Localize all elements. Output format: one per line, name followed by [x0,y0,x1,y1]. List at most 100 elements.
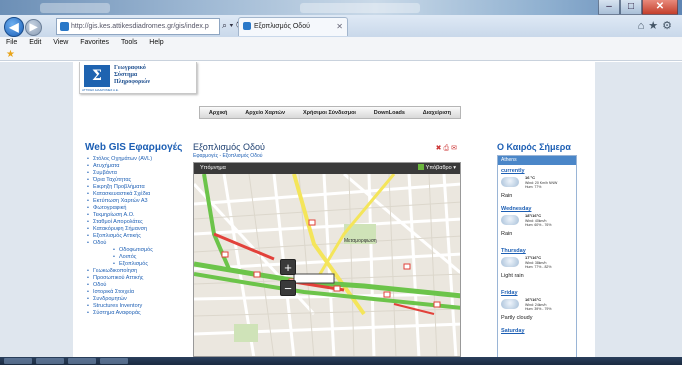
sidebar-item[interactable]: Ιστορικά Στοιχεία [85,289,183,296]
sidebar-item[interactable]: Κατακόρυφη Σήμανση [85,226,183,233]
weather-wind: Wind: 40km/h [525,218,547,223]
weather-details: 17°/16°C Wind: 38km/h Hum: 77% - 82% [525,255,552,270]
weather-temp: 16 °C [525,175,536,180]
nav-admin[interactable]: Διαχείριση [423,110,451,116]
weather-wind: Wind: 20 Km/h NNW [525,180,558,185]
sidebar-item[interactable]: Προσωπικού Αττικής [85,275,183,282]
sidebar-item[interactable]: Κατασκευαστικά Σχέδια [85,191,183,198]
weather-day-name[interactable]: Thursday [501,248,575,254]
taskbar-item[interactable] [68,358,96,364]
sidebar-item[interactable]: Φωτογραφική [85,205,183,212]
weather-details: 16°/16°C Wind: 24km/h Hum: 39% - 79% [525,297,552,312]
menu-view[interactable]: View [53,39,68,46]
breadcrumb[interactable]: Εφαρμογές - Εξοπλισμός Οδού [193,153,461,159]
favorites-bar: ★ [0,49,682,61]
menu-help[interactable]: Help [149,39,163,46]
center-header: Εξοπλισμός Οδού Εφαρμογές - Εξοπλισμός Ο… [193,142,461,159]
taskbar-item[interactable] [100,358,128,364]
weather-humidity: Hum: 39% - 79% [525,307,552,311]
address-bar[interactable]: http://gis.kes.attikesdiadromes.gr/gis/i… [56,18,220,35]
weather-temp: 18°/16°C [525,213,542,218]
favorites-star-icon[interactable]: ★ [6,49,15,61]
weather-humidity: Hum: 77% - 82% [525,265,552,269]
toolbar-icons[interactable]: ⌂★⚙ [638,19,676,32]
address-text: http://gis.kes.attikesdiadromes.gr/gis/i… [71,23,209,30]
sidebar-item[interactable]: Όρια Ταχύτητας [85,177,183,184]
map-viewer[interactable]: Υπόμνημα Υπόβαθρο ▾ Μεταμορφωση + − [193,162,461,357]
weather-condition: Light rain [501,273,524,279]
menu-bar: File Edit View Favorites Tools Help [0,37,682,49]
sidebar-item[interactable]: Συνδρομητών [85,296,183,303]
weather-day-name[interactable]: Wednesday [501,206,575,212]
sidebar-item[interactable]: Οδού [85,282,183,289]
sidebar-item[interactable]: Γεωκωδικοποίηση [85,268,183,275]
page-action-icons[interactable]: ✖⎙✉ [436,144,459,153]
tab-favicon [243,22,251,30]
sidebar-item[interactable]: Συμβάντα [85,170,183,177]
weather-condition: Partly cloudy [501,315,533,321]
sidebar-item[interactable]: Οδοφωτισμός [85,247,183,254]
logo-text: Γεωγραφικό Σύστημα Πληροφοριών [114,65,151,85]
weather-day-name[interactable]: Friday [501,290,575,296]
maximize-button[interactable]: □ [620,0,642,15]
menu-file[interactable]: File [6,39,17,46]
sidebar-item[interactable]: Λοιπός [85,254,183,261]
sidebar-item[interactable]: Στόλος Οχημάτων (AVL) [85,156,183,163]
zoom-out-button[interactable]: − [280,280,296,296]
weather-wind: Wind: 24km/h [525,302,547,307]
logo-icon: Σ [84,65,110,87]
window-controls: – □ ✕ [598,0,678,15]
page-title: Εξοπλισμός Οδού [193,142,265,152]
navigation-bar: ◀ ▶ http://gis.kes.attikesdiadromes.gr/g… [0,15,682,37]
sidebar-item[interactable]: Structures Inventory [85,303,183,310]
taskbar-start[interactable] [4,358,32,364]
sidebar-item[interactable]: Ατυχήματα [85,163,183,170]
nav-map-archive[interactable]: Αρχείο Χαρτών [245,110,285,116]
nav-home[interactable]: Αρχική [209,110,228,116]
zoom-in-button[interactable]: + [280,259,296,275]
site-logo[interactable]: Σ Γεωγραφικό Σύστημα Πληροφοριών ΑΤΤΙΚΕΣ… [79,62,197,94]
sidebar-item[interactable]: Σύστημα Αναφοράς [85,310,183,317]
basemap-selector[interactable]: Υπόβαθρο ▾ [418,163,456,174]
sidebar-item[interactable]: Εξοπλισμός Αττικής [85,233,183,240]
logo-caption: ΑΤΤΙΚΕΣ ΔΙΑΔΡΟΜΕΣ Α.Ε. [82,88,119,92]
weather-day-name[interactable]: Saturday [501,328,575,334]
forward-button[interactable]: ▶ [25,19,42,36]
weather-city: Athens [498,156,576,165]
menu-edit[interactable]: Edit [29,39,41,46]
sidebar-item[interactable]: Οδού [85,240,183,247]
weather-day: Friday 16°/16°C Wind: 24km/h Hum: 39% - 79%… [501,290,575,321]
weather-humidity: Hum: 60% - 76% [525,223,552,227]
tab-close-icon[interactable]: ✕ [336,18,343,35]
minimize-button[interactable]: – [598,0,620,15]
legend-button[interactable]: Υπόμνημα [200,163,226,174]
tab-title: Εξοπλισμός Οδού [254,23,310,30]
sidebar-list: Στόλος Οχημάτων (AVL)ΑτυχήματαΣυμβάνταΌρ… [85,156,183,317]
nav-downloads[interactable]: DownLoads [374,110,405,116]
nav-useful-links[interactable]: Χρήσιμοι Σύνδεσμοι [303,110,356,116]
sidebar-item[interactable]: Εξοπλισμός [85,261,183,268]
weather-day: Thursday 17°/16°C Wind: 38km/h Hum: 77% - 8… [501,248,575,279]
title-bar-glass [40,3,110,13]
weather-day-name[interactable]: currently [501,168,575,174]
weather-condition: Rain [501,231,513,237]
menu-favorites[interactable]: Favorites [80,39,109,46]
map-toolbar: Υπόμνημα Υπόβαθρο ▾ [194,163,460,174]
main-navigation: Αρχική Αρχείο Χαρτών Χρήσιμοι Σύνδεσμοι … [199,106,461,119]
sidebar-item[interactable]: Τεκμηρίωση Α.Ο. [85,212,183,219]
browser-tab[interactable]: Εξοπλισμός Οδού ✕ [238,17,348,36]
map-canvas[interactable]: Μεταμορφωση [194,174,461,357]
weather-details: 16 °C Wind: 20 Km/h NNW Hum: 77% [525,175,558,190]
weather-condition: Rain [501,193,513,199]
page-content: Σ Γεωγραφικό Σύστημα Πληροφοριών ΑΤΤΙΚΕΣ… [73,62,595,357]
sidebar-item[interactable]: Σταθμοί Απορολάτες [85,219,183,226]
web-page: Σ Γεωγραφικό Σύστημα Πληροφοριών ΑΤΤΙΚΕΣ… [0,62,682,357]
back-button[interactable]: ◀ [4,17,24,37]
sidebar-item[interactable]: Εκτύπωση Χαρτών Α3 [85,198,183,205]
cloud-icon [501,177,519,187]
taskbar-item[interactable] [36,358,64,364]
weather-temp: 16°/16°C [525,297,542,302]
menu-tools[interactable]: Tools [121,39,137,46]
close-button[interactable]: ✕ [642,0,678,15]
sidebar-item[interactable]: Εικρηξη Προβλήματα [85,184,183,191]
